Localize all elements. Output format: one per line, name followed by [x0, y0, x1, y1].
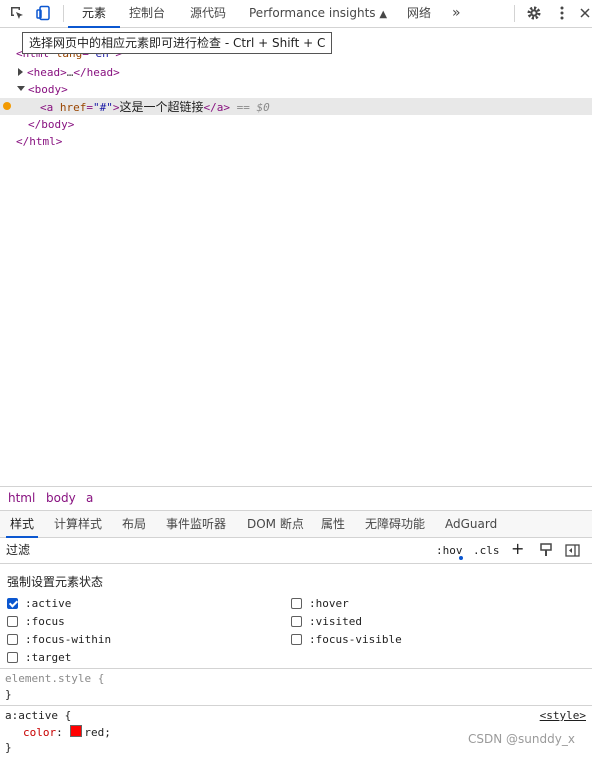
- dom-head-open: <head>: [27, 66, 67, 79]
- tab-network[interactable]: 网络: [407, 0, 431, 27]
- dom-selected-marker: == $0: [236, 101, 270, 114]
- dom-tree: <html lang="en"> <head>…</head> <body> <…: [0, 28, 592, 485]
- dom-head-node[interactable]: <head>…</head>: [18, 65, 120, 81]
- rule-selector: a:active {: [5, 709, 72, 722]
- dom-a-text: 这是一个超链接: [119, 100, 204, 114]
- state-active-checkbox[interactable]: :active: [7, 595, 71, 611]
- checkbox-icon[interactable]: [7, 633, 18, 645]
- state-target-label: :target: [25, 650, 72, 664]
- tab-performance-insights[interactable]: Performance insights ▲: [249, 0, 387, 27]
- cls-label: .cls: [473, 544, 500, 557]
- watermark: CSDN @sunddy_x: [468, 732, 575, 746]
- element-style-close: }: [5, 688, 12, 701]
- inspect-element-icon[interactable]: [8, 4, 26, 22]
- checkbox-icon[interactable]: [291, 597, 302, 609]
- dom-html-close-node[interactable]: </html>: [16, 134, 62, 150]
- state-visited-checkbox[interactable]: :visited: [291, 613, 362, 629]
- breakpoint-dot-icon: [3, 102, 11, 110]
- rule-source-link[interactable]: <style>: [540, 709, 586, 722]
- tab-accessibility[interactable]: 无障碍功能: [365, 511, 425, 537]
- property-value: red: [84, 726, 105, 739]
- tab-computed[interactable]: 计算样式: [54, 511, 102, 537]
- collapse-arrow-icon[interactable]: [17, 86, 25, 91]
- dom-a-attr-value: "#": [93, 101, 113, 114]
- state-focus-label: :focus: [25, 614, 65, 628]
- paint-brush-icon[interactable]: [537, 541, 555, 559]
- hov-label: :hov: [436, 544, 463, 557]
- dom-body-close-node[interactable]: </body>: [28, 117, 74, 133]
- new-style-rule-button[interactable]: +: [511, 540, 524, 557]
- toolbar-divider: [63, 5, 64, 22]
- tab-dom-breakpoints[interactable]: DOM 断点: [247, 511, 304, 537]
- dom-a-attr-name: href: [59, 101, 87, 114]
- state-hover-checkbox[interactable]: :hover: [291, 595, 349, 611]
- dom-html-close: </html>: [16, 135, 63, 148]
- state-focus-checkbox[interactable]: :focus: [7, 613, 65, 629]
- dom-a-open-end: >: [112, 101, 120, 114]
- toolbar-divider: [514, 5, 515, 22]
- tab-elements[interactable]: 元素: [67, 0, 121, 28]
- tab-properties[interactable]: 属性: [321, 511, 345, 537]
- cls-toggle-button[interactable]: .cls: [473, 542, 500, 559]
- element-style-selector: element.style {: [5, 672, 105, 685]
- close-icon[interactable]: [578, 4, 592, 22]
- force-state-title: 强制设置元素状态: [7, 575, 104, 589]
- breadcrumb-item-a[interactable]: a: [86, 491, 93, 505]
- flask-icon: ▲: [379, 9, 388, 20]
- filter-input[interactable]: [4, 541, 428, 559]
- hov-active-dot: [459, 556, 463, 560]
- breadcrumb: html body a: [0, 486, 592, 511]
- state-active-label: :active: [25, 596, 72, 610]
- state-visited-label: :visited: [309, 614, 362, 628]
- state-focus-visible-label: :focus-visible: [309, 632, 402, 646]
- dom-body-node[interactable]: <body>: [17, 82, 68, 98]
- state-hover-label: :hover: [309, 596, 349, 610]
- devtools-toolbar: 元素 控制台 源代码 Performance insights ▲ 网络 »: [0, 0, 592, 28]
- state-focus-within-label: :focus-within: [25, 632, 112, 646]
- checkbox-icon[interactable]: [7, 615, 18, 627]
- tab-styles[interactable]: 样式: [5, 511, 39, 538]
- state-focus-visible-checkbox[interactable]: :focus-visible: [291, 631, 402, 647]
- color-declaration[interactable]: color: red;: [23, 725, 111, 739]
- state-target-checkbox[interactable]: :target: [7, 649, 71, 665]
- sidebar-tabs: 样式 计算样式 布局 事件监听器 DOM 断点 属性 无障碍功能 AdGuard: [0, 511, 592, 538]
- property-name: color: [23, 726, 57, 739]
- tab-sources[interactable]: 源代码: [190, 0, 226, 27]
- breadcrumb-item-html[interactable]: html: [8, 491, 35, 505]
- rule-close: }: [5, 741, 12, 754]
- device-toolbar-icon[interactable]: [35, 4, 53, 22]
- dom-anchor-node[interactable]: <a href="#">这是一个超链接</a> == $0: [40, 99, 270, 115]
- state-focus-within-checkbox[interactable]: :focus-within: [7, 631, 111, 647]
- checkbox-icon[interactable]: [291, 633, 302, 645]
- tab-layout[interactable]: 布局: [122, 511, 146, 537]
- plus-icon: +: [511, 539, 525, 558]
- dom-a-close: </a>: [203, 101, 231, 114]
- tab-console[interactable]: 控制台: [129, 0, 165, 27]
- expand-arrow-icon[interactable]: [18, 68, 23, 76]
- force-state-pane: 强制设置元素状态 :active :hover :focus :visited …: [0, 564, 592, 669]
- breadcrumb-item-body[interactable]: body: [46, 491, 76, 505]
- more-tabs-button[interactable]: »: [452, 0, 461, 27]
- tab-performance-insights-label: Performance insights: [249, 6, 376, 20]
- gear-icon[interactable]: [525, 4, 543, 22]
- dom-body-open: <body>: [28, 83, 68, 96]
- dom-body-close: </body>: [28, 118, 75, 131]
- dom-a-open: <a: [40, 101, 54, 114]
- inspect-tooltip: 选择网页中的相应元素即可进行检查 - Ctrl + Shift + C: [22, 32, 333, 54]
- tab-event-listeners[interactable]: 事件监听器: [166, 511, 226, 537]
- color-swatch[interactable]: [70, 725, 83, 737]
- element-style-rule[interactable]: element.style { }: [0, 670, 592, 706]
- styles-filter-bar: :hov .cls +: [0, 538, 592, 564]
- checkbox-checked-icon[interactable]: [7, 597, 18, 609]
- dom-head-close: </head>: [73, 66, 120, 79]
- kebab-menu-icon[interactable]: [553, 4, 571, 22]
- toggle-sidebar-icon[interactable]: [563, 541, 581, 559]
- checkbox-icon[interactable]: [291, 615, 302, 627]
- checkbox-icon[interactable]: [7, 651, 18, 663]
- tab-adguard[interactable]: AdGuard: [445, 511, 497, 537]
